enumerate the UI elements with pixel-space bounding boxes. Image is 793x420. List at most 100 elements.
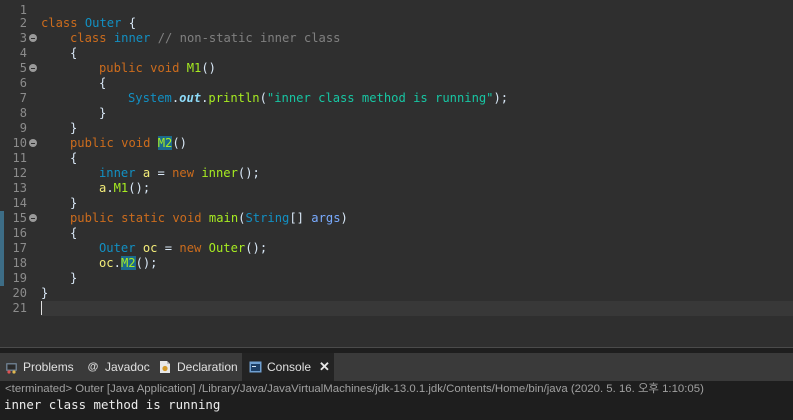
fold-collapse-icon[interactable] [29,34,37,42]
code-line[interactable]: } [41,271,793,286]
problems-icon [4,360,18,374]
line-number: 4 [19,46,27,60]
method-name-highlighted: M2 [120,256,136,270]
brace: { [70,46,78,60]
punctuation: ( [259,91,267,105]
code-comment: // non-static inner class [157,31,341,45]
brace: } [70,196,78,210]
keyword: new [179,241,202,255]
code-line[interactable]: public static void main(String[] args) [41,211,793,226]
class-name: inner [99,166,136,180]
text-cursor [41,301,42,315]
range-indicator [0,226,4,241]
line-number-gutter[interactable]: 1 2 3 4 5 6 7 8 9 10 11 12 13 14 15 16 1… [0,0,38,347]
code-line[interactable]: } [41,286,793,301]
range-indicator [0,256,4,271]
code-line[interactable]: { [41,46,793,61]
punctuation: () [201,61,216,75]
keyword: new [172,166,195,180]
code-line[interactable]: { [41,226,793,241]
line-number: 19 [12,271,27,285]
method-name-highlighted: M2 [157,136,173,150]
line-number: 11 [12,151,27,165]
operator: = [157,166,165,180]
brace: } [99,106,107,120]
brace: } [70,121,78,135]
code-line[interactable]: { [41,76,793,91]
local-variable: oc [142,241,158,255]
code-line[interactable]: inner a = new inner(); [41,166,793,181]
code-line[interactable]: Outer oc = new Outer(); [41,241,793,256]
line-number: 7 [19,91,27,105]
brace: { [70,226,78,240]
keyword: static [121,211,166,225]
code-line[interactable]: class Outer { [41,16,793,31]
punctuation: (); [128,181,151,195]
range-indicator [0,211,4,226]
code-line[interactable]: { [41,151,793,166]
operator: = [164,241,173,255]
console-view: Problems @ Javadoc Declaration Console ✕… [0,347,793,420]
current-line[interactable] [41,301,793,316]
keyword: void [121,136,151,150]
keyword: class [70,31,107,45]
method-name: M1 [186,61,202,75]
class-name: Outer [84,16,122,30]
fold-collapse-icon[interactable] [29,64,37,72]
range-indicator [0,271,4,286]
code-line[interactable]: class inner // non-static inner class [41,31,793,46]
fold-collapse-icon[interactable] [29,139,37,147]
code-editor[interactable]: 1 2 3 4 5 6 7 8 9 10 11 12 13 14 15 16 1… [0,0,793,347]
class-name: Outer [99,241,136,255]
keyword: void [172,211,202,225]
keyword: public [70,136,114,150]
line-number: 3 [19,31,27,45]
punctuation: (); [237,166,260,180]
brace: } [41,286,49,300]
line-number: 6 [19,76,27,90]
line-number: 12 [12,166,27,180]
brace: { [99,76,107,90]
tab-javadoc[interactable]: @ Javadoc [86,353,152,381]
console-output[interactable]: inner class method is running [4,397,220,413]
line-number: 15 [12,211,27,225]
constructor-name: Outer [208,241,246,255]
close-icon[interactable]: ✕ [319,359,330,375]
static-field: out [179,91,202,105]
tab-declaration[interactable]: Declaration [158,353,240,381]
punctuation: ); [493,91,509,105]
line-number: 2 [19,16,27,30]
tab-label: Console [267,360,312,374]
code-line[interactable]: System.out.println("inner class method i… [41,91,793,106]
punctuation: ) [340,211,348,225]
constructor-name: inner [201,166,238,180]
tab-label: Javadoc [105,360,150,374]
line-number: 9 [19,121,27,135]
javadoc-icon: @ [87,361,99,373]
keyword: void [150,61,180,75]
tab-problems[interactable]: Problems [4,353,76,381]
local-variable: a [142,166,151,180]
line-number: 16 [12,226,27,240]
code-line[interactable]: public void M2() [41,136,793,151]
line-number: 17 [12,241,27,255]
parameter-name: args [311,211,341,225]
code-area[interactable]: class Outer { class inner // non-static … [41,0,793,347]
line-number: 14 [12,196,27,210]
code-line[interactable]: public void M1() [41,61,793,76]
line-number: 20 [12,286,27,300]
code-line[interactable]: oc.M2(); [41,256,793,271]
code-line[interactable]: } [41,121,793,136]
method-name: main [208,211,239,225]
brace: } [70,271,78,285]
keyword: public [70,211,114,225]
code-line[interactable]: } [41,196,793,211]
punctuation: [] [289,211,304,225]
code-line[interactable]: a.M1(); [41,181,793,196]
punctuation: . [106,181,114,195]
code-line[interactable]: } [41,106,793,121]
fold-collapse-icon[interactable] [29,214,37,222]
line-number: 18 [12,256,27,270]
tab-console[interactable]: Console ✕ [242,353,334,381]
local-variable: oc [99,256,114,270]
